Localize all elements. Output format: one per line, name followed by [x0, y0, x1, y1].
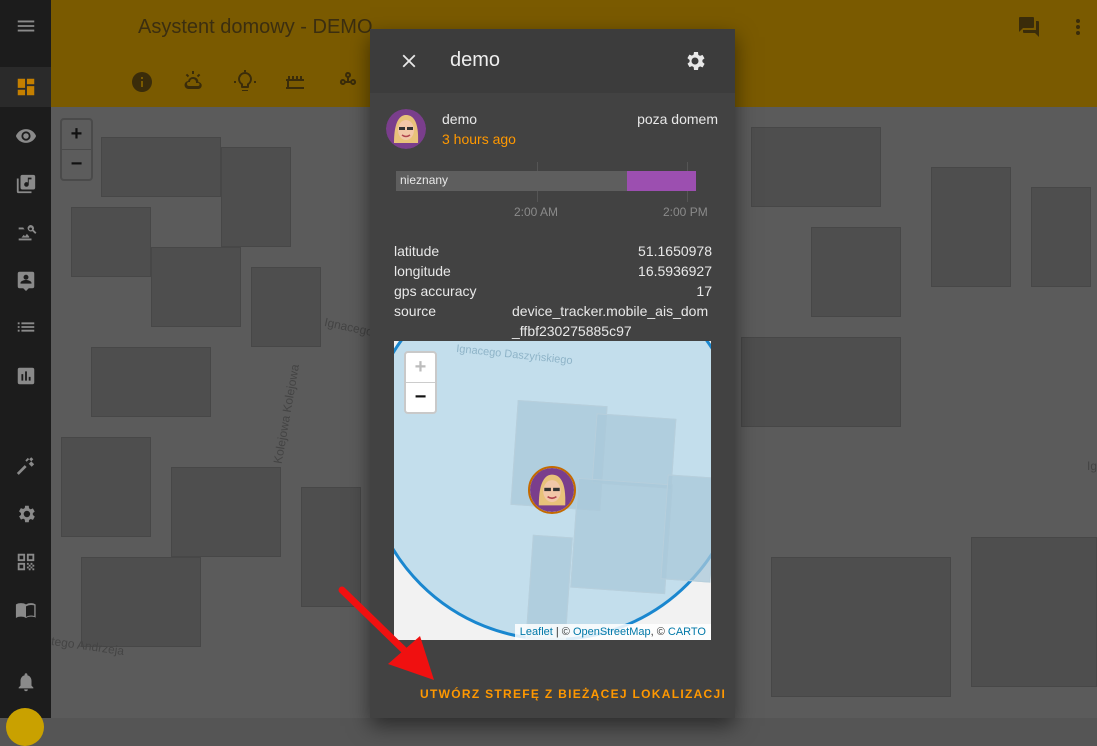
- close-icon[interactable]: [398, 50, 420, 72]
- map-attribution: Leaflet | © OpenStreetMap, © CARTO: [514, 624, 711, 640]
- street-label: Kolejowa Kolejowa: [270, 363, 303, 465]
- attribute-value: 16.5936927: [638, 263, 712, 279]
- device-marker[interactable]: [528, 466, 576, 514]
- list-icon[interactable]: [0, 307, 51, 347]
- attribute-value: device_tracker.mobile_ais_dom_ffbf230275…: [512, 303, 709, 339]
- lightbulb-icon[interactable]: [233, 70, 257, 94]
- book-icon[interactable]: [0, 590, 51, 630]
- account-box-icon[interactable]: [0, 260, 51, 300]
- last-changed: 3 hours ago: [442, 131, 516, 147]
- music-library-icon[interactable]: [0, 164, 51, 204]
- zoom-out-button[interactable]: −: [406, 382, 435, 411]
- more-vert-icon[interactable]: [1066, 15, 1090, 39]
- app-title: Asystent domowy - DEMO: [138, 16, 373, 38]
- timeline-segment-away[interactable]: [627, 171, 696, 191]
- avatar: [386, 109, 426, 149]
- entity-state: poza domem: [637, 111, 718, 127]
- dashboard-icon[interactable]: [0, 67, 51, 107]
- dialog-title: demo: [450, 49, 501, 71]
- carto-link[interactable]: CARTO: [668, 626, 706, 638]
- timeline-tick: 2:00 AM: [514, 205, 559, 219]
- qr-code-icon[interactable]: [0, 542, 51, 582]
- menu-icon[interactable]: [0, 6, 51, 46]
- zoom-out-button[interactable]: −: [62, 149, 91, 178]
- osm-link[interactable]: OpenStreetMap: [573, 626, 651, 638]
- entity-name: demo: [442, 111, 478, 127]
- history-timeline[interactable]: nieznany 2:00 AM 2:00 PM: [396, 162, 708, 222]
- user-avatar[interactable]: [6, 708, 44, 746]
- hammer-icon[interactable]: [0, 446, 51, 486]
- attributes-table: latitude 51.1650978 longitude 16.5936927…: [394, 241, 712, 341]
- leaflet-link[interactable]: Leaflet: [520, 626, 553, 638]
- eye-icon[interactable]: [0, 116, 51, 156]
- annotation-arrow-icon: [338, 586, 434, 680]
- street-label: Ig: [1087, 459, 1097, 473]
- settings-icon[interactable]: [0, 494, 51, 534]
- zoom-in-button[interactable]: +: [406, 353, 435, 382]
- map-zoom-control: + −: [60, 118, 93, 181]
- dialog-header: demo: [370, 29, 735, 93]
- weather-icon[interactable]: [181, 70, 205, 94]
- attribute-row: gps accuracy 17: [394, 281, 712, 301]
- info-icon[interactable]: [130, 70, 154, 94]
- create-zone-button[interactable]: UTWÓRZ STREFĘ Z BIEŻĄCEJ LOKALIZACJI: [420, 687, 726, 701]
- bell-icon[interactable]: [0, 662, 51, 702]
- map-zoom-control: + −: [404, 351, 437, 414]
- attribute-row: latitude 51.1650978: [394, 241, 712, 261]
- attribute-value: 17: [696, 283, 712, 299]
- attribute-value: 51.1650978: [638, 243, 712, 259]
- attribution-separator: | ©: [552, 626, 573, 638]
- timeline-label: nieznany: [400, 173, 449, 187]
- attribution-separator: , ©: [650, 626, 668, 638]
- gear-icon[interactable]: [683, 49, 707, 73]
- attribute-key: gps accuracy: [394, 283, 477, 299]
- attribute-key: latitude: [394, 243, 440, 259]
- image-search-icon[interactable]: [0, 213, 51, 253]
- attribute-key: source: [394, 303, 437, 319]
- attribute-key: longitude: [394, 263, 451, 279]
- street-label: Ignacego: [323, 315, 375, 339]
- chat-icon[interactable]: [1017, 15, 1041, 39]
- sidebar: [0, 0, 51, 746]
- chart-icon[interactable]: [0, 356, 51, 396]
- timeline-tick: 2:00 PM: [663, 205, 708, 219]
- attribute-row: source device_tracker.mobile_ais_dom_ffb…: [394, 301, 712, 341]
- nodes-icon[interactable]: [336, 70, 360, 94]
- zoom-in-button[interactable]: +: [62, 120, 91, 149]
- radiator-icon[interactable]: [284, 70, 308, 94]
- attribute-row: longitude 16.5936927: [394, 261, 712, 281]
